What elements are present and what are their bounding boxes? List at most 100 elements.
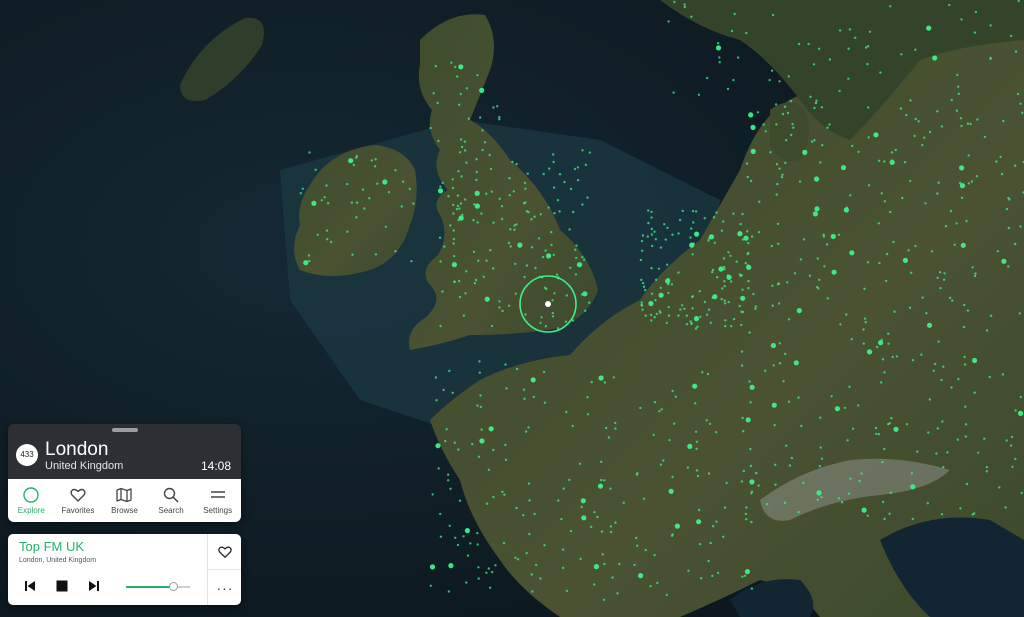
station-dot[interactable] [949, 209, 953, 213]
station-dot[interactable] [722, 535, 725, 538]
station-dot[interactable] [431, 493, 434, 496]
station-dot[interactable] [924, 202, 927, 205]
station-dot[interactable] [744, 569, 751, 575]
station-dot[interactable] [754, 305, 757, 308]
station-dot[interactable] [895, 355, 899, 358]
station-dot[interactable] [903, 161, 907, 164]
station-dot[interactable] [969, 122, 972, 126]
station-dot[interactable] [749, 447, 752, 451]
station-dot[interactable] [715, 431, 718, 434]
station-dot[interactable] [880, 192, 883, 195]
station-dot[interactable] [973, 31, 977, 34]
station-dot[interactable] [692, 221, 695, 224]
station-dot[interactable] [479, 394, 482, 397]
station-dot[interactable] [441, 290, 444, 293]
tab-explore[interactable]: Explore [8, 479, 55, 522]
station-dot[interactable] [967, 182, 970, 185]
station-dot[interactable] [668, 488, 674, 494]
station-dot[interactable] [490, 190, 493, 193]
station-dot[interactable] [813, 139, 816, 142]
station-dot[interactable] [451, 178, 454, 181]
station-dot[interactable] [742, 469, 745, 473]
station-dot[interactable] [443, 245, 446, 248]
station-dot[interactable] [640, 239, 644, 243]
station-dot[interactable] [959, 117, 963, 120]
station-dot[interactable] [1002, 119, 1005, 123]
station-dot[interactable] [667, 314, 671, 317]
station-dot[interactable] [745, 31, 748, 35]
station-dot[interactable] [1014, 50, 1018, 53]
station-dot[interactable] [614, 521, 617, 524]
station-dot[interactable] [720, 229, 724, 232]
station-dot[interactable] [573, 167, 577, 171]
station-dot[interactable] [916, 450, 919, 453]
station-dot[interactable] [771, 402, 777, 408]
station-dot[interactable] [693, 316, 700, 322]
station-dot[interactable] [454, 65, 457, 69]
station-dot[interactable] [457, 279, 461, 283]
station-dot[interactable] [711, 296, 714, 299]
station-dot[interactable] [787, 318, 791, 321]
station-dot[interactable] [950, 386, 953, 389]
favorite-button[interactable] [208, 534, 241, 570]
station-dot[interactable] [940, 513, 944, 516]
station-dot[interactable] [857, 150, 860, 154]
station-dot[interactable] [654, 278, 658, 281]
station-dot[interactable] [314, 168, 317, 171]
station-dot[interactable] [467, 117, 470, 120]
station-dot[interactable] [768, 78, 771, 82]
station-dot[interactable] [959, 181, 962, 185]
station-dot[interactable] [858, 479, 861, 483]
station-dot[interactable] [764, 369, 767, 372]
station-dot[interactable] [776, 182, 779, 186]
station-dot[interactable] [785, 444, 788, 447]
station-dot[interactable] [722, 220, 725, 223]
station-dot[interactable] [351, 253, 354, 256]
station-dot[interactable] [361, 188, 365, 191]
station-dot[interactable] [487, 468, 491, 471]
station-dot[interactable] [785, 139, 788, 142]
station-dot[interactable] [609, 530, 613, 534]
station-dot[interactable] [461, 213, 464, 217]
station-dot[interactable] [797, 510, 800, 514]
station-dot[interactable] [501, 490, 504, 494]
station-dot[interactable] [301, 187, 304, 190]
station-dot[interactable] [891, 355, 894, 359]
station-dot[interactable] [784, 352, 787, 356]
station-dot[interactable] [546, 253, 552, 259]
station-dot[interactable] [741, 212, 744, 216]
station-dot[interactable] [793, 272, 797, 275]
station-dot[interactable] [492, 448, 495, 452]
station-dot[interactable] [542, 172, 545, 176]
station-dot[interactable] [983, 135, 987, 139]
station-name[interactable]: Top FM UK [19, 539, 84, 554]
station-dot[interactable] [565, 589, 569, 593]
station-dot[interactable] [743, 574, 747, 577]
station-dot[interactable] [746, 264, 750, 267]
station-dot[interactable] [657, 267, 661, 270]
station-dot[interactable] [663, 223, 666, 226]
station-dot[interactable] [775, 193, 778, 196]
station-dot[interactable] [475, 178, 478, 182]
station-dot[interactable] [448, 563, 454, 569]
station-dot[interactable] [667, 291, 670, 295]
station-dot[interactable] [475, 170, 478, 174]
station-dot[interactable] [458, 295, 462, 299]
station-dot[interactable] [830, 395, 833, 398]
station-dot[interactable] [790, 456, 794, 460]
station-dot[interactable] [1008, 198, 1011, 201]
station-dot[interactable] [681, 209, 684, 213]
station-dot[interactable] [957, 92, 960, 96]
station-dot[interactable] [464, 528, 470, 534]
station-dot[interactable] [985, 470, 988, 473]
station-dot[interactable] [995, 160, 998, 163]
station-dot[interactable] [568, 478, 571, 482]
station-dot[interactable] [384, 225, 388, 228]
station-dot[interactable] [715, 211, 718, 214]
station-dot[interactable] [660, 408, 663, 411]
station-dot[interactable] [654, 238, 657, 241]
station-dot[interactable] [750, 492, 753, 495]
station-dot[interactable] [788, 464, 792, 467]
station-dot[interactable] [883, 371, 886, 374]
station-dot[interactable] [778, 167, 781, 170]
